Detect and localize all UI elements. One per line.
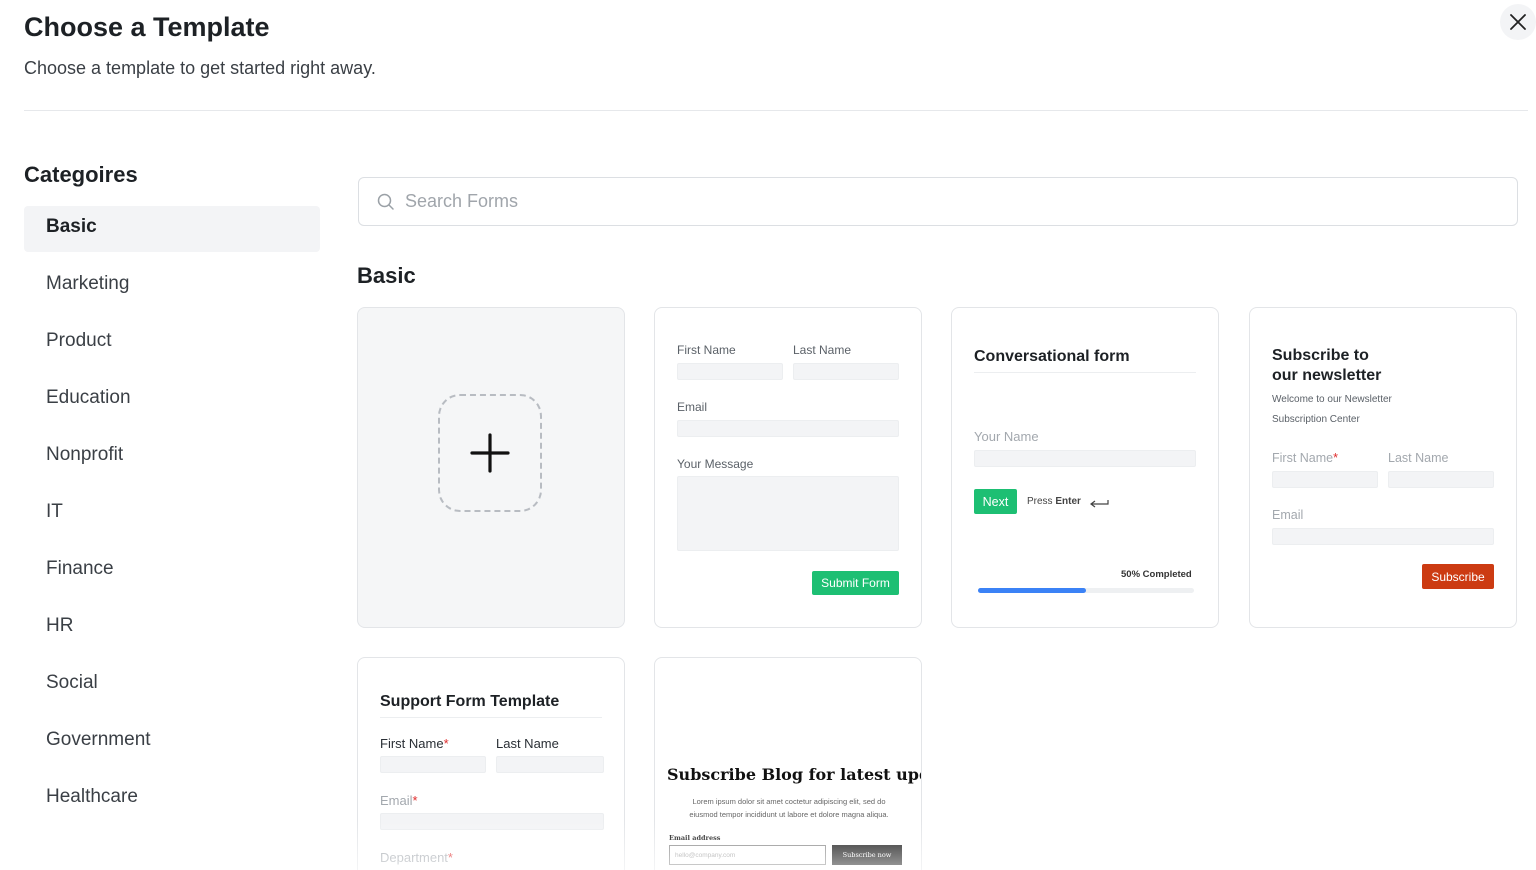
preview-title: Subscribe Blog for latest updates bbox=[667, 765, 921, 784]
preview-label: Email bbox=[1272, 508, 1304, 522]
preview-field bbox=[496, 756, 604, 773]
preview-field bbox=[677, 420, 899, 437]
preview-subscribe-button: Subscribe bbox=[1422, 564, 1494, 589]
required-mark: * bbox=[1333, 451, 1338, 465]
category-item-it[interactable]: IT bbox=[24, 491, 320, 548]
progress-track bbox=[978, 588, 1194, 593]
preview-field bbox=[974, 450, 1196, 467]
preview-field bbox=[1272, 528, 1494, 545]
preview-label: Your Message bbox=[677, 457, 754, 471]
category-item-nonprofit[interactable]: Nonprofit bbox=[24, 434, 320, 491]
search-box[interactable] bbox=[358, 177, 1518, 226]
section-title: Basic bbox=[357, 263, 416, 288]
template-card-blog[interactable]: Subscribe Blog for latest updates Lorem … bbox=[654, 657, 922, 870]
preview-label: Last Name bbox=[1388, 451, 1449, 465]
preview-label: First Name bbox=[677, 343, 736, 357]
preview-label: First Name* bbox=[380, 736, 449, 751]
dialog-title: Choose a Template bbox=[24, 12, 270, 42]
email-text: Email bbox=[380, 793, 413, 808]
plus-icon bbox=[470, 433, 510, 473]
template-card-contact[interactable]: First Name Last Name Email Your Message … bbox=[654, 307, 922, 628]
progress-fill bbox=[978, 588, 1086, 593]
close-icon bbox=[1510, 14, 1526, 30]
preview-title-line1: Subscribe to bbox=[1272, 347, 1369, 364]
press-text: Press bbox=[1027, 496, 1053, 507]
preview-label: Last Name bbox=[496, 736, 559, 751]
category-item-healthcare[interactable]: Healthcare bbox=[24, 776, 320, 833]
required-mark: * bbox=[447, 850, 453, 865]
category-item-basic[interactable]: Basic bbox=[24, 206, 320, 252]
preview-field bbox=[380, 813, 604, 830]
header-divider bbox=[24, 110, 1528, 111]
preview-submit-button: Submit Form bbox=[812, 571, 899, 595]
category-item-marketing[interactable]: Marketing bbox=[24, 263, 320, 320]
category-item-finance[interactable]: Finance bbox=[24, 548, 320, 605]
search-input[interactable] bbox=[405, 191, 1405, 212]
preview-body-line1: Lorem ipsum dolor sit amet coctetur adip… bbox=[692, 797, 886, 806]
preview-field bbox=[677, 363, 783, 380]
required-mark: * bbox=[412, 793, 418, 808]
required-mark: * bbox=[443, 736, 449, 751]
categories-heading: Categoires bbox=[24, 162, 138, 187]
choose-template-dialog: Choose a Template Choose a template to g… bbox=[0, 0, 1536, 870]
preview-label: Department* bbox=[380, 850, 453, 865]
search-icon bbox=[377, 193, 394, 210]
department-text: Department bbox=[380, 850, 448, 865]
template-card-newsletter[interactable]: Subscribe to our newsletter Welcome to o… bbox=[1249, 307, 1517, 628]
preview-title: Support Form Template bbox=[380, 693, 560, 710]
preview-field bbox=[1388, 471, 1494, 488]
enter-key-icon bbox=[1090, 500, 1109, 508]
preview-welcome-line2: Subscription Center bbox=[1272, 414, 1360, 425]
preview-subscribe-now-button: Subscribe now bbox=[832, 845, 902, 865]
preview-welcome-line1: Welcome to our Newsletter bbox=[1272, 394, 1392, 405]
new-blank-form bbox=[438, 394, 542, 512]
template-card-conversational[interactable]: Conversational form Your Name Next Press… bbox=[951, 307, 1219, 628]
preview-field bbox=[380, 756, 486, 773]
preview-label: Email* bbox=[380, 793, 418, 808]
dialog-subtitle: Choose a template to get started right a… bbox=[24, 58, 376, 78]
template-card-support[interactable]: Support Form Template First Name* Last N… bbox=[357, 657, 625, 870]
preview-next-button: Next bbox=[974, 489, 1017, 514]
preview-field bbox=[793, 363, 899, 380]
category-item-hr[interactable]: HR bbox=[24, 605, 320, 662]
preview-divider bbox=[974, 372, 1196, 373]
preview-label: Your Name bbox=[974, 429, 1039, 444]
preview-body-line2: eiusmod tempor incididunt ut labore et d… bbox=[689, 810, 889, 819]
category-list: Basic Marketing Product Education Nonpro… bbox=[24, 206, 320, 833]
preview-label: Last Name bbox=[793, 343, 852, 357]
preview-label: First Name* bbox=[1272, 451, 1338, 465]
preview-press-hint: Press Enter bbox=[1027, 496, 1081, 507]
close-button[interactable] bbox=[1500, 4, 1536, 40]
preview-label: Email bbox=[677, 400, 708, 414]
first-name-text: First Name bbox=[1272, 451, 1334, 465]
category-item-government[interactable]: Government bbox=[24, 719, 320, 776]
category-item-education[interactable]: Education bbox=[24, 377, 320, 434]
category-item-social[interactable]: Social bbox=[24, 662, 320, 719]
preview-title-line2: our newsletter bbox=[1272, 367, 1382, 384]
preview-email-field: hello@company.com bbox=[669, 845, 826, 865]
preview-textarea bbox=[677, 476, 899, 551]
first-name-text: First Name bbox=[380, 736, 444, 751]
enter-text: Enter bbox=[1055, 496, 1081, 507]
preview-title: Conversational form bbox=[974, 348, 1130, 365]
progress-label: 50% Completed bbox=[1121, 569, 1192, 580]
preview-field bbox=[1272, 471, 1378, 488]
preview-email-label: Email address bbox=[669, 834, 721, 842]
preview-email-placeholder: hello@company.com bbox=[675, 851, 736, 859]
template-card-blank[interactable] bbox=[357, 307, 625, 628]
category-item-product[interactable]: Product bbox=[24, 320, 320, 377]
preview-divider bbox=[380, 717, 602, 718]
